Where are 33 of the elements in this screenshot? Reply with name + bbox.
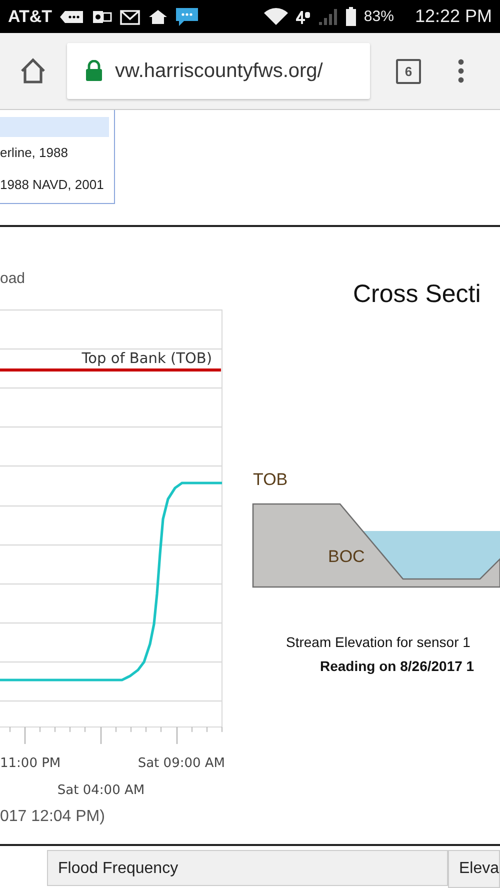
mail-app-icon — [92, 8, 112, 24]
house-icon — [148, 8, 168, 24]
column-header: Flood Frequency — [47, 850, 448, 886]
envelope-icon — [119, 8, 142, 24]
battery-icon — [344, 6, 357, 26]
chart-title: oad — [0, 269, 26, 289]
reference-label: Top of Bank (TOB) — [82, 351, 212, 367]
chat-bubble-icon — [59, 8, 86, 24]
carrier-name: AT&T — [8, 6, 52, 26]
axis-label: 11:00 PM — [0, 755, 61, 773]
reading-text: Reading on 8/26/2017 1 — [320, 658, 476, 674]
lte-icon — [294, 8, 311, 24]
axis-label: Sat 09:00 AM — [138, 755, 225, 773]
home-icon[interactable] — [19, 57, 47, 85]
legend-item[interactable]: erline, 1988 — [0, 137, 114, 169]
legend-item[interactable]: 1988 NAVD, 2001 — [0, 169, 114, 201]
lock-icon — [85, 60, 103, 82]
section-title: Cross Secti — [353, 279, 482, 309]
sensor-caption: Stream Elevation for sensor 1 — [286, 634, 472, 650]
url-text: vw.harriscountyfws.org/ — [115, 60, 323, 82]
axis-label: Sat 04:00 AM — [57, 783, 145, 798]
signal-icon — [318, 8, 338, 26]
clock-time: 12:22 PM — [414, 6, 492, 27]
chart-caption: 017 12:04 PM) — [0, 808, 106, 826]
menu-icon[interactable] — [457, 58, 465, 84]
bank-label: TOB — [253, 470, 288, 490]
tab-count-button[interactable]: 6 — [396, 58, 421, 84]
wifi-icon — [264, 8, 288, 26]
message-icon — [175, 6, 200, 26]
channel-label: BOC — [328, 547, 365, 567]
column-header: Eleva — [448, 850, 500, 888]
url-field[interactable]: vw.harriscountyfws.org/ — [67, 43, 370, 99]
battery-percent: 83% — [364, 8, 394, 25]
